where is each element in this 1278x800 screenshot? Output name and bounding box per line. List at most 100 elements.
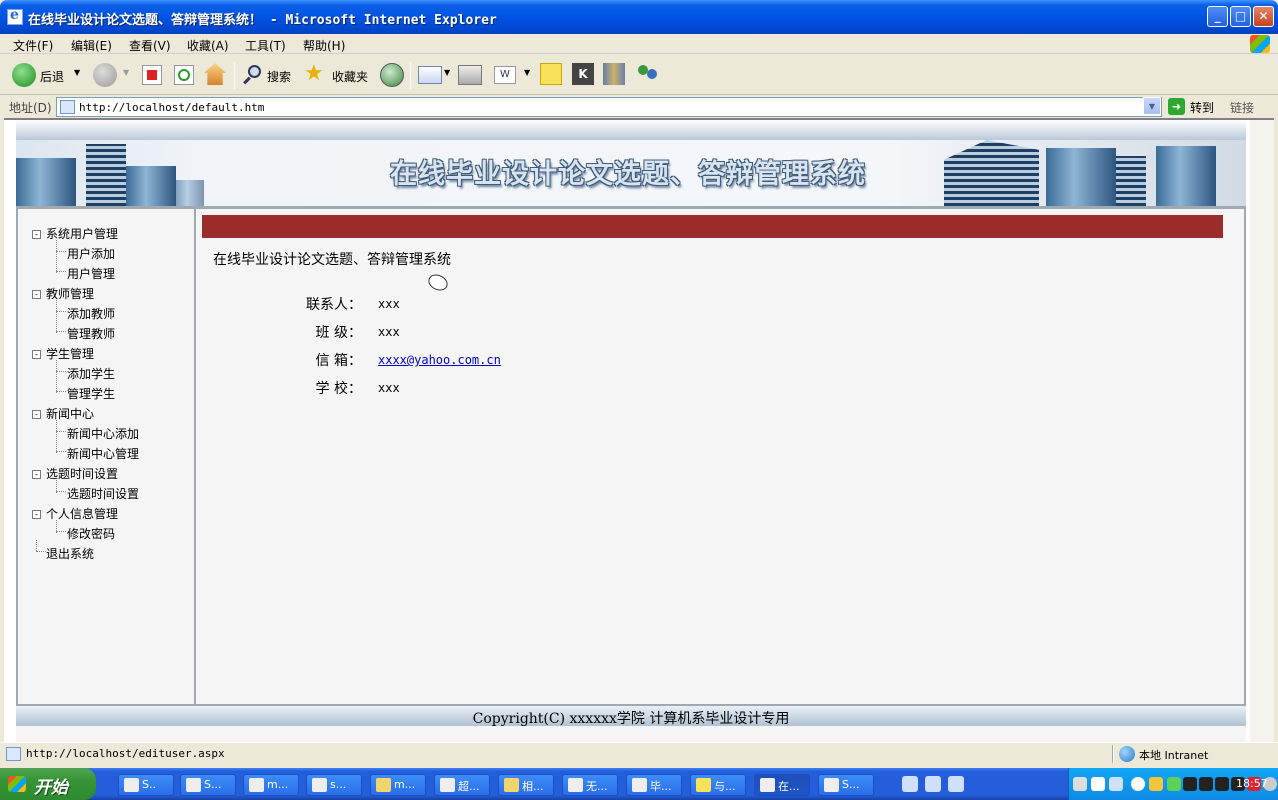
windows-flag-icon xyxy=(8,776,26,792)
menu-view[interactable]: 查看(V) xyxy=(129,37,171,54)
ie-page-icon xyxy=(7,7,23,25)
tray-icon[interactable] xyxy=(1167,777,1181,791)
k-icon[interactable]: K xyxy=(572,63,594,85)
tree-line xyxy=(56,331,66,332)
sidebar-item-logout[interactable]: 退出系统 xyxy=(46,545,94,562)
school-value: xxx xyxy=(378,381,400,395)
class-label: 班 级： xyxy=(315,325,362,341)
links-button[interactable]: 链接 xyxy=(1230,99,1254,116)
favorites-button[interactable]: 收藏夹 xyxy=(332,68,368,85)
search-icon[interactable] xyxy=(242,63,264,85)
tree-line xyxy=(56,420,57,453)
tree-collapse-icon[interactable]: - xyxy=(32,290,41,299)
home-icon[interactable] xyxy=(204,63,226,85)
sidebar-item-topic-time[interactable]: 选题时间设置 xyxy=(67,485,139,502)
refresh-icon[interactable] xyxy=(174,65,194,85)
taskbar-button[interactable]: 相... xyxy=(498,774,554,796)
taskbar-button-active[interactable]: 在... xyxy=(754,774,810,796)
taskbar-button[interactable]: 与... xyxy=(690,774,746,796)
back-button[interactable]: 后退 xyxy=(40,68,64,85)
sidebar-item-manage-user[interactable]: 用户管理 xyxy=(67,265,115,282)
tree-collapse-icon[interactable]: - xyxy=(32,230,41,239)
title-bar[interactable]: 在线毕业设计论文选题、答辩管理系统！ - Microsoft Internet … xyxy=(0,0,1278,34)
keyboard-icon[interactable] xyxy=(1073,777,1087,791)
tray-icon[interactable] xyxy=(1109,777,1123,791)
qq-icon[interactable] xyxy=(1199,777,1213,791)
taskbar-button[interactable]: 无... xyxy=(562,774,618,796)
stop-icon[interactable] xyxy=(142,65,162,85)
qq-icon[interactable] xyxy=(1183,777,1197,791)
building-image xyxy=(176,180,204,206)
ie-icon xyxy=(760,778,775,792)
sidebar-item-manage-news[interactable]: 新闻中心管理 xyxy=(67,445,139,462)
forward-arrow-icon[interactable] xyxy=(93,63,117,87)
sidebar-item-add-teacher[interactable]: 添加教师 xyxy=(67,305,115,322)
sidebar-item-add-news[interactable]: 新闻中心添加 xyxy=(67,425,139,442)
address-url[interactable]: http://localhost/default.htm xyxy=(79,101,264,114)
taskbar-button[interactable]: S.. xyxy=(118,774,174,796)
taskbar-button[interactable]: S... xyxy=(180,774,236,796)
search-button[interactable]: 搜索 xyxy=(267,68,291,85)
tree-collapse-icon[interactable]: - xyxy=(32,410,41,419)
quicklaunch-icon[interactable] xyxy=(948,776,964,792)
taskbar-button[interactable]: S... xyxy=(818,774,874,796)
mail-icon[interactable] xyxy=(418,66,442,84)
vertical-scrollbar[interactable] xyxy=(1250,120,1274,742)
qq-icon[interactable] xyxy=(1215,777,1229,791)
forward-dropdown-icon[interactable]: ▼ xyxy=(123,68,129,77)
print-icon[interactable] xyxy=(458,65,482,85)
main-content: 在线毕业设计论文选题、答辩管理系统 联系人： xxx 班 级： xxx 信 箱：… xyxy=(196,206,1246,706)
menu-tools[interactable]: 工具(T) xyxy=(245,37,286,54)
address-dropdown-icon[interactable]: ▼ xyxy=(1143,97,1161,115)
favorites-star-icon[interactable]: ★ xyxy=(304,62,328,86)
sidebar-item-add-user[interactable]: 用户添加 xyxy=(67,245,115,262)
close-button[interactable]: ✕ xyxy=(1253,6,1274,27)
show-hidden-icon[interactable] xyxy=(1131,777,1145,791)
tree-group-news[interactable]: 新闻中心 xyxy=(46,405,94,422)
zone-text: 本地 Intranet xyxy=(1139,749,1209,762)
taskbar-button[interactable]: 毕... xyxy=(626,774,682,796)
tree-group-students[interactable]: 学生管理 xyxy=(46,345,94,362)
shield-icon[interactable] xyxy=(1149,777,1163,791)
sidebar-item-add-student[interactable]: 添加学生 xyxy=(67,365,115,382)
notes-icon[interactable] xyxy=(540,63,562,85)
sidebar-item-change-password[interactable]: 修改密码 xyxy=(67,525,115,542)
back-arrow-icon[interactable] xyxy=(12,63,36,87)
tree-line xyxy=(56,391,66,392)
menu-favorites[interactable]: 收藏(A) xyxy=(187,37,229,54)
taskbar-button[interactable]: m... xyxy=(370,774,426,796)
taskbar-button[interactable]: m... xyxy=(243,774,299,796)
start-button[interactable]: 开始 xyxy=(0,768,96,800)
taskbar-button-label: s... xyxy=(330,778,347,791)
back-dropdown-icon[interactable]: ▼ xyxy=(74,68,80,77)
messenger-icon[interactable] xyxy=(636,63,660,85)
sidebar-item-manage-teacher[interactable]: 管理教师 xyxy=(67,325,115,342)
quicklaunch-icon[interactable] xyxy=(925,776,941,792)
menu-edit[interactable]: 编辑(E) xyxy=(71,37,112,54)
window-title: 在线毕业设计论文选题、答辩管理系统！ - Microsoft Internet … xyxy=(28,13,497,28)
taskbar-button-label: S.. xyxy=(142,778,156,791)
menu-file[interactable]: 文件(F) xyxy=(13,37,53,54)
ie-quicklaunch-icon[interactable] xyxy=(902,776,918,792)
maximize-button[interactable]: □ xyxy=(1230,6,1251,27)
sidebar-item-manage-student[interactable]: 管理学生 xyxy=(67,385,115,402)
mail-dropdown-icon[interactable]: ▼ xyxy=(444,68,450,77)
menu-help[interactable]: 帮助(H) xyxy=(303,37,345,54)
tree-collapse-icon[interactable]: - xyxy=(32,510,41,519)
taskbar-button[interactable]: s... xyxy=(306,774,362,796)
tree-collapse-icon[interactable]: - xyxy=(32,350,41,359)
status-divider xyxy=(1112,745,1114,763)
email-link[interactable]: xxxx@yahoo.com.cn xyxy=(378,353,501,367)
content-title: 在线毕业设计论文选题、答辩管理系统 xyxy=(213,252,451,268)
address-input[interactable]: http://localhost/default.htm xyxy=(56,97,1162,117)
contact-value: xxx xyxy=(378,297,400,311)
help-icon[interactable] xyxy=(1091,777,1105,791)
minimize-button[interactable]: _ xyxy=(1207,6,1228,27)
tree-group-teachers[interactable]: 教师管理 xyxy=(46,285,94,302)
research-icon[interactable] xyxy=(603,63,625,85)
edit-dropdown-icon[interactable]: ▼ xyxy=(524,68,530,77)
edit-word-icon[interactable]: W xyxy=(494,66,516,84)
history-icon[interactable] xyxy=(380,63,404,87)
tree-collapse-icon[interactable]: - xyxy=(32,470,41,479)
taskbar-button[interactable]: 超... xyxy=(434,774,490,796)
